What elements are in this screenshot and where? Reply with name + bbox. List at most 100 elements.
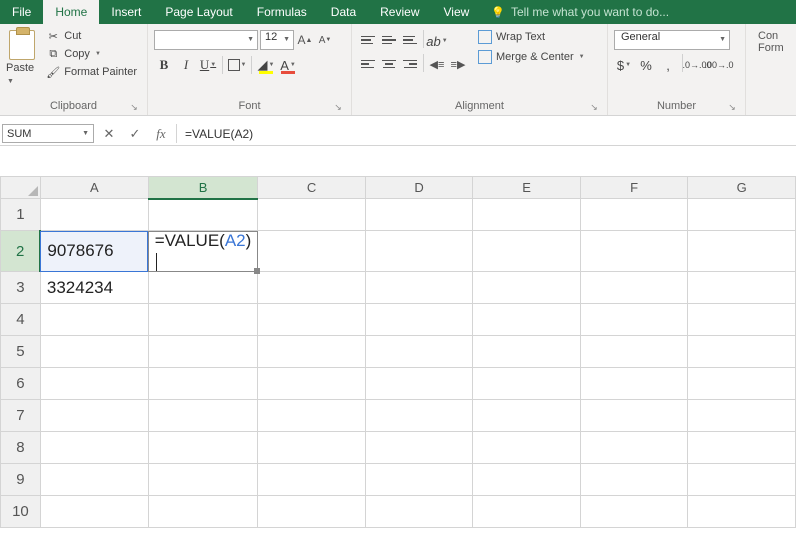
col-header-E[interactable]: E (473, 177, 581, 199)
cell-A5[interactable] (40, 336, 148, 368)
merge-center-button[interactable]: Merge & Center▼ (472, 48, 591, 66)
cell-B1[interactable] (148, 199, 258, 231)
align-bottom-button[interactable] (400, 30, 420, 50)
cell-C2[interactable] (258, 231, 366, 272)
increase-indent-button[interactable]: ≡▶ (448, 54, 468, 74)
cut-button[interactable]: ✂Cut (42, 28, 141, 44)
cell-G1[interactable] (688, 199, 796, 231)
row-header-8[interactable]: 8 (1, 432, 41, 464)
cell-D3[interactable] (365, 272, 473, 304)
col-header-F[interactable]: F (580, 177, 688, 199)
cell-B10[interactable] (148, 496, 258, 528)
cell-D1[interactable] (365, 199, 473, 231)
cell-A4[interactable] (40, 304, 148, 336)
cell-D7[interactable] (365, 400, 473, 432)
cell-B2[interactable]: =VALUE(A2) (148, 231, 258, 272)
row-header-5[interactable]: 5 (1, 336, 41, 368)
cell-F8[interactable] (580, 432, 688, 464)
row-header-3[interactable]: 3 (1, 272, 41, 304)
cell-D9[interactable] (365, 464, 473, 496)
fill-color-button[interactable]: ◢▼ (256, 54, 276, 76)
orientation-button[interactable]: ab▼ (427, 30, 447, 52)
decrease-indent-button[interactable]: ◀≡ (427, 54, 447, 74)
cell-C5[interactable] (258, 336, 366, 368)
cell-E1[interactable] (473, 199, 581, 231)
decrease-decimal-button[interactable]: .00→.0 (709, 54, 729, 76)
font-size-select[interactable]: 12▼ (260, 30, 294, 50)
cell-G3[interactable] (688, 272, 796, 304)
dialog-launcher-icon[interactable]: ↘ (333, 102, 343, 112)
cell-D10[interactable] (365, 496, 473, 528)
align-top-button[interactable] (358, 30, 378, 50)
dialog-launcher-icon[interactable]: ↘ (589, 102, 599, 112)
select-all-corner[interactable] (1, 177, 41, 199)
row-header-9[interactable]: 9 (1, 464, 41, 496)
cancel-formula-button[interactable]: ✕ (100, 125, 118, 143)
italic-button[interactable]: I (176, 54, 196, 76)
formula-input[interactable] (177, 122, 796, 145)
tab-review[interactable]: Review (368, 0, 431, 24)
cell-B3[interactable] (148, 272, 258, 304)
cell-B5[interactable] (148, 336, 258, 368)
cell-B4[interactable] (148, 304, 258, 336)
cell-B6[interactable] (148, 368, 258, 400)
tab-file[interactable]: File (0, 0, 43, 24)
cell-G5[interactable] (688, 336, 796, 368)
cell-B8[interactable] (148, 432, 258, 464)
cell-C6[interactable] (258, 368, 366, 400)
cell-E9[interactable] (473, 464, 581, 496)
enter-formula-button[interactable]: ✓ (126, 125, 144, 143)
tab-home[interactable]: Home (43, 0, 99, 24)
cell-C1[interactable] (258, 199, 366, 231)
col-header-C[interactable]: C (258, 177, 366, 199)
row-header-1[interactable]: 1 (1, 199, 41, 231)
increase-font-button[interactable]: A▲ (296, 30, 314, 50)
cell-F9[interactable] (580, 464, 688, 496)
bold-button[interactable]: B (154, 54, 174, 76)
cell-F10[interactable] (580, 496, 688, 528)
cell-G2[interactable] (688, 231, 796, 272)
tab-insert[interactable]: Insert (99, 0, 153, 24)
cell-E10[interactable] (473, 496, 581, 528)
cell-B7[interactable] (148, 400, 258, 432)
cell-E5[interactable] (473, 336, 581, 368)
dialog-launcher-icon[interactable]: ↘ (129, 102, 139, 112)
cell-A3[interactable]: 3324234 (40, 272, 148, 304)
cell-D2[interactable] (365, 231, 473, 272)
col-header-A[interactable]: A (40, 177, 148, 199)
tab-view[interactable]: View (432, 0, 482, 24)
row-header-6[interactable]: 6 (1, 368, 41, 400)
tell-me-search[interactable]: 💡 Tell me what you want to do... (481, 0, 796, 24)
number-format-select[interactable]: General▼ (614, 30, 730, 50)
cell-C9[interactable] (258, 464, 366, 496)
cell-D6[interactable] (365, 368, 473, 400)
insert-function-button[interactable]: fx (152, 125, 170, 143)
align-middle-button[interactable] (379, 30, 399, 50)
paste-button[interactable]: Paste▼ (6, 26, 38, 98)
cell-D5[interactable] (365, 336, 473, 368)
cell-G9[interactable] (688, 464, 796, 496)
format-partial[interactable]: Form (758, 42, 782, 54)
col-header-B[interactable]: B (148, 177, 258, 199)
cell-F1[interactable] (580, 199, 688, 231)
cell-E6[interactable] (473, 368, 581, 400)
underline-button[interactable]: U▼ (198, 54, 218, 76)
cell-C10[interactable] (258, 496, 366, 528)
cell-E2[interactable] (473, 231, 581, 272)
cell-A2[interactable]: 9078676 (40, 231, 148, 272)
cell-D8[interactable] (365, 432, 473, 464)
accounting-format-button[interactable]: $▼ (614, 54, 634, 76)
cell-C8[interactable] (258, 432, 366, 464)
cell-G8[interactable] (688, 432, 796, 464)
cell-C4[interactable] (258, 304, 366, 336)
cell-E8[interactable] (473, 432, 581, 464)
cell-G4[interactable] (688, 304, 796, 336)
cell-F5[interactable] (580, 336, 688, 368)
cell-F2[interactable] (580, 231, 688, 272)
tab-data[interactable]: Data (319, 0, 368, 24)
cell-C7[interactable] (258, 400, 366, 432)
font-color-button[interactable]: A▼ (278, 54, 298, 76)
wrap-text-button[interactable]: Wrap Text (472, 28, 591, 46)
font-name-select[interactable]: ▼ (154, 30, 258, 50)
dialog-launcher-icon[interactable]: ↘ (727, 102, 737, 112)
